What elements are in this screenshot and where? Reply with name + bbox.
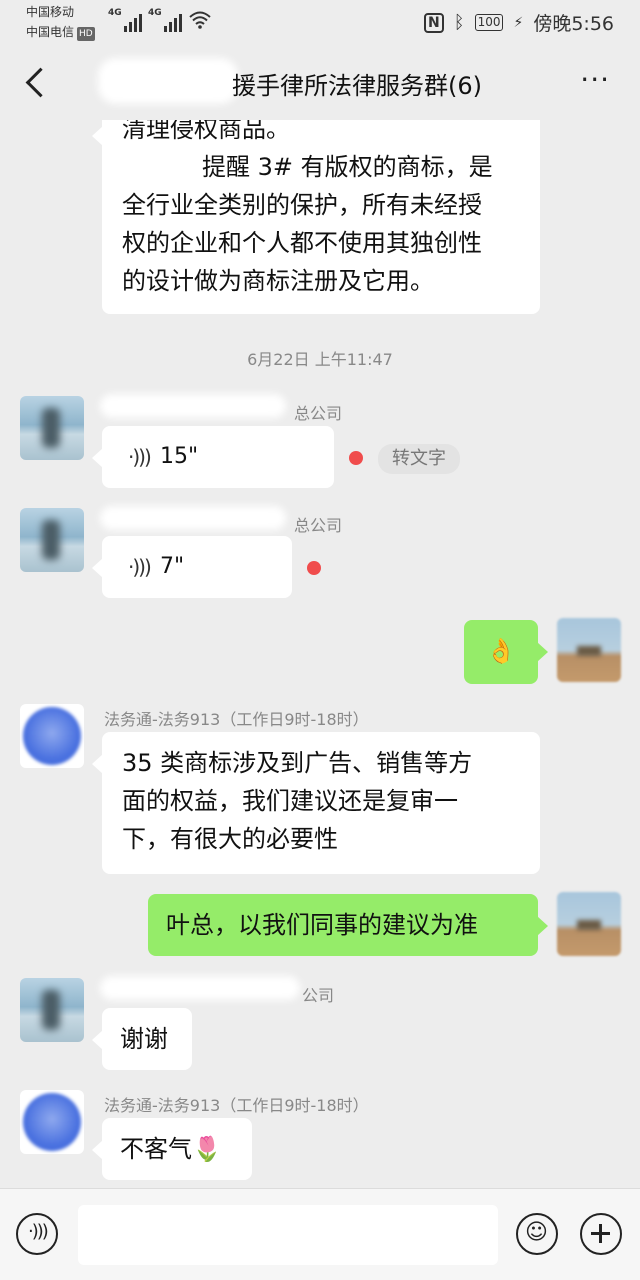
message-input[interactable] [78, 1205, 498, 1265]
signal-icon: 4G [108, 8, 142, 32]
message-bubble-self[interactable]: 叶总，以我们同事的建议为准 [148, 894, 548, 956]
bluetooth-icon: ᛒ [453, 12, 465, 33]
wifi-icon [188, 10, 212, 35]
avatar-self[interactable] [557, 618, 621, 682]
carrier-2: 中国电信 HD [26, 25, 95, 41]
avatar[interactable] [20, 1090, 84, 1154]
unread-dot [349, 451, 363, 465]
message-bubble[interactable]: 35 类商标涉及到广告、销售等方 面的权益，我们建议还是复审一 下，有很大的必要… [92, 732, 540, 874]
message-line: 35 类商标涉及到广告、销售等方 [122, 749, 473, 777]
charging-icon: ⚡ [513, 14, 524, 31]
battery-icon: 100 [474, 14, 504, 31]
message-bubble[interactable]: 不客气🌷 [92, 1118, 252, 1180]
network-label-2: 4G [148, 8, 162, 18]
redaction [100, 976, 300, 1000]
voice-duration: 15" [160, 444, 199, 469]
back-button[interactable] [20, 62, 50, 102]
input-bar: ·))) ☺ [0, 1188, 640, 1280]
status-bar: 中国移动 中国电信 HD 4G 4G N ᛒ 100 ⚡ 傍晚5:56 [0, 0, 640, 44]
emoji-button[interactable]: ☺ [516, 1213, 558, 1255]
voice-icon: ·))) [28, 1221, 49, 1242]
carrier-1: 中国移动 [26, 5, 75, 19]
message-line: 下，有很大的必要性 [122, 825, 338, 853]
hd-badge: HD [77, 27, 95, 41]
message-list[interactable]: 清理侵权商品。 提醒 3# 有版权的商标，是 全行业全类别的保护，所有未经授 权… [0, 120, 640, 1188]
avatar[interactable] [20, 508, 84, 572]
unread-dot [307, 561, 321, 575]
message-line: 的设计做为商标注册及它用。 [122, 267, 434, 295]
message-bubble-self[interactable]: 👌 [464, 620, 548, 684]
signal-icon: 4G [148, 8, 182, 32]
sender-name: 法务通-法务913（工作日9时-18时） [104, 710, 369, 729]
chat-title: 援手律所法律服务群(6) [232, 72, 482, 100]
message-timestamp: 6月22日 上午11:47 [247, 350, 393, 369]
avatar[interactable] [20, 704, 84, 768]
message-text: 谢谢 [120, 1025, 168, 1053]
more-options-button[interactable]: ··· [580, 66, 610, 94]
sender-name: 总公司 [294, 404, 343, 423]
nfc-icon: N [424, 12, 444, 33]
avatar[interactable] [20, 396, 84, 460]
avatar[interactable] [20, 978, 84, 1042]
avatar-self[interactable] [557, 892, 621, 956]
voice-duration: 7" [160, 554, 185, 579]
sender-name: 公司 [302, 986, 335, 1005]
voice-message[interactable]: ·))) 7" [92, 536, 292, 598]
voice-input-button[interactable]: ·))) [16, 1213, 58, 1255]
message-line: 全行业全类别的保护，所有未经授 [122, 191, 482, 219]
redaction [100, 394, 286, 418]
chat-header: 援手律所法律服务群(6) ··· [0, 44, 640, 120]
message-text: 叶总，以我们同事的建议为准 [166, 911, 478, 939]
message-line: 提醒 3# 有版权的商标，是 [202, 153, 493, 181]
clock: 傍晚5:56 [533, 13, 614, 35]
voice-message[interactable]: ·))) 15" [92, 426, 334, 488]
voice-wave-icon: ·))) [128, 555, 152, 579]
sender-name: 总公司 [294, 516, 343, 535]
message-bubble[interactable]: 谢谢 [92, 1008, 192, 1070]
sender-name: 法务通-法务913（工作日9时-18时） [104, 1096, 369, 1115]
message-text: 不客气🌷 [120, 1135, 222, 1163]
voice-wave-icon: ·))) [128, 445, 152, 469]
redaction [100, 506, 286, 530]
ok-hand-emoji: 👌 [486, 637, 516, 665]
message-line: 权的企业和个人都不使用其独创性 [122, 229, 482, 257]
carrier-2-label: 中国电信 [26, 25, 75, 39]
message-line: 清理侵权商品。 [122, 120, 290, 143]
transcribe-button[interactable]: 转文字 [378, 444, 460, 474]
redaction [98, 58, 238, 104]
smiley-icon: ☺ [525, 1220, 548, 1245]
network-label-1: 4G [108, 8, 122, 18]
message-line: 面的权益，我们建议还是复审一 [122, 787, 458, 815]
more-functions-button[interactable] [580, 1213, 622, 1255]
message-bubble[interactable]: 清理侵权商品。 提醒 3# 有版权的商标，是 全行业全类别的保护，所有未经授 权… [92, 120, 540, 314]
